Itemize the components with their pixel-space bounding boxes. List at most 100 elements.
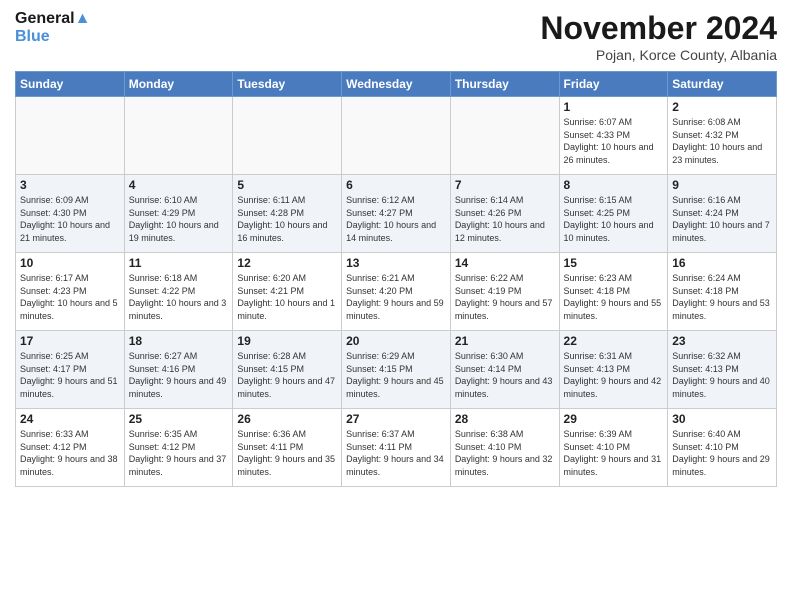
table-row: 11 Sunrise: 6:18 AMSunset: 4:22 PMDayligh… (124, 253, 233, 331)
table-row: 8 Sunrise: 6:15 AMSunset: 4:25 PMDaylight… (559, 175, 668, 253)
day-number: 15 (564, 256, 664, 270)
header-row: Sunday Monday Tuesday Wednesday Thursday… (16, 72, 777, 97)
day-info: Sunrise: 6:14 AMSunset: 4:26 PMDaylight:… (455, 194, 555, 244)
table-row: 26 Sunrise: 6:36 AMSunset: 4:11 PMDayligh… (233, 409, 342, 487)
table-row (233, 97, 342, 175)
table-row: 4 Sunrise: 6:10 AMSunset: 4:29 PMDaylight… (124, 175, 233, 253)
col-friday: Friday (559, 72, 668, 97)
title-block: November 2024 Pojan, Korce County, Alban… (540, 10, 777, 63)
col-wednesday: Wednesday (342, 72, 451, 97)
location: Pojan, Korce County, Albania (540, 47, 777, 63)
day-number: 23 (672, 334, 772, 348)
table-row: 20 Sunrise: 6:29 AMSunset: 4:15 PMDayligh… (342, 331, 451, 409)
day-info: Sunrise: 6:25 AMSunset: 4:17 PMDaylight:… (20, 350, 120, 400)
day-number: 21 (455, 334, 555, 348)
table-row: 15 Sunrise: 6:23 AMSunset: 4:18 PMDayligh… (559, 253, 668, 331)
day-number: 1 (564, 100, 664, 114)
day-info: Sunrise: 6:33 AMSunset: 4:12 PMDaylight:… (20, 428, 120, 478)
day-info: Sunrise: 6:09 AMSunset: 4:30 PMDaylight:… (20, 194, 120, 244)
day-number: 13 (346, 256, 446, 270)
day-number: 24 (20, 412, 120, 426)
day-info: Sunrise: 6:37 AMSunset: 4:11 PMDaylight:… (346, 428, 446, 478)
day-info: Sunrise: 6:10 AMSunset: 4:29 PMDaylight:… (129, 194, 229, 244)
day-number: 4 (129, 178, 229, 192)
table-row: 14 Sunrise: 6:22 AMSunset: 4:19 PMDayligh… (450, 253, 559, 331)
day-info: Sunrise: 6:21 AMSunset: 4:20 PMDaylight:… (346, 272, 446, 322)
day-number: 17 (20, 334, 120, 348)
col-sunday: Sunday (16, 72, 125, 97)
day-info: Sunrise: 6:28 AMSunset: 4:15 PMDaylight:… (237, 350, 337, 400)
table-row: 12 Sunrise: 6:20 AMSunset: 4:21 PMDayligh… (233, 253, 342, 331)
day-number: 27 (346, 412, 446, 426)
day-number: 3 (20, 178, 120, 192)
day-info: Sunrise: 6:35 AMSunset: 4:12 PMDaylight:… (129, 428, 229, 478)
table-row: 7Sunrise: 6:14 AMSunset: 4:26 PMDaylight… (450, 175, 559, 253)
logo-line1: General▲ (15, 10, 90, 28)
header: General▲ Blue November 2024 Pojan, Korce… (15, 10, 777, 63)
table-row: 9 Sunrise: 6:16 AMSunset: 4:24 PMDaylight… (668, 175, 777, 253)
table-row: 10 Sunrise: 6:17 AMSunset: 4:23 PMDayligh… (16, 253, 125, 331)
table-row: 19 Sunrise: 6:28 AMSunset: 4:15 PMDayligh… (233, 331, 342, 409)
day-info: Sunrise: 6:07 AMSunset: 4:33 PMDaylight:… (564, 116, 664, 166)
day-number: 25 (129, 412, 229, 426)
table-row: 1 Sunrise: 6:07 AMSunset: 4:33 PMDaylight… (559, 97, 668, 175)
day-info: Sunrise: 6:39 AMSunset: 4:10 PMDaylight:… (564, 428, 664, 478)
day-info: Sunrise: 6:31 AMSunset: 4:13 PMDaylight:… (564, 350, 664, 400)
table-row: 6 Sunrise: 6:12 AMSunset: 4:27 PMDaylight… (342, 175, 451, 253)
day-info: Sunrise: 6:15 AMSunset: 4:25 PMDaylight:… (564, 194, 664, 244)
table-row: 24 Sunrise: 6:33 AMSunset: 4:12 PMDayligh… (16, 409, 125, 487)
day-info: Sunrise: 6:12 AMSunset: 4:27 PMDaylight:… (346, 194, 446, 244)
day-number: 16 (672, 256, 772, 270)
day-number: 30 (672, 412, 772, 426)
month-title: November 2024 (540, 10, 777, 47)
day-info: Sunrise: 6:17 AMSunset: 4:23 PMDaylight:… (20, 272, 120, 322)
day-number: 11 (129, 256, 229, 270)
day-number: 10 (20, 256, 120, 270)
day-number: 19 (237, 334, 337, 348)
day-info: Sunrise: 6:27 AMSunset: 4:16 PMDaylight:… (129, 350, 229, 400)
day-info: Sunrise: 6:40 AMSunset: 4:10 PMDaylight:… (672, 428, 772, 478)
day-number: 28 (455, 412, 555, 426)
table-row: 13 Sunrise: 6:21 AMSunset: 4:20 PMDayligh… (342, 253, 451, 331)
day-info: Sunrise: 6:32 AMSunset: 4:13 PMDaylight:… (672, 350, 772, 400)
day-number: 29 (564, 412, 664, 426)
table-row: 27 Sunrise: 6:37 AMSunset: 4:11 PMDayligh… (342, 409, 451, 487)
day-number: 5 (237, 178, 337, 192)
table-row (124, 97, 233, 175)
logo: General▲ Blue (15, 10, 90, 45)
day-number: 6 (346, 178, 446, 192)
calendar-table: Sunday Monday Tuesday Wednesday Thursday… (15, 71, 777, 487)
day-info: Sunrise: 6:36 AMSunset: 4:11 PMDaylight:… (237, 428, 337, 478)
day-number: 9 (672, 178, 772, 192)
table-row: 25 Sunrise: 6:35 AMSunset: 4:12 PMDayligh… (124, 409, 233, 487)
day-number: 18 (129, 334, 229, 348)
day-info: Sunrise: 6:29 AMSunset: 4:15 PMDaylight:… (346, 350, 446, 400)
table-row: 5 Sunrise: 6:11 AMSunset: 4:28 PMDaylight… (233, 175, 342, 253)
day-info: Sunrise: 6:38 AMSunset: 4:10 PMDaylight:… (455, 428, 555, 478)
day-number: 14 (455, 256, 555, 270)
day-info: Sunrise: 6:30 AMSunset: 4:14 PMDaylight:… (455, 350, 555, 400)
day-number: 20 (346, 334, 446, 348)
day-info: Sunrise: 6:23 AMSunset: 4:18 PMDaylight:… (564, 272, 664, 322)
table-row: 17 Sunrise: 6:25 AMSunset: 4:17 PMDayligh… (16, 331, 125, 409)
day-info: Sunrise: 6:16 AMSunset: 4:24 PMDaylight:… (672, 194, 772, 244)
table-row: 23 Sunrise: 6:32 AMSunset: 4:13 PMDayligh… (668, 331, 777, 409)
day-info: Sunrise: 6:20 AMSunset: 4:21 PMDaylight:… (237, 272, 337, 322)
day-number: 8 (564, 178, 664, 192)
col-saturday: Saturday (668, 72, 777, 97)
table-row: 28 Sunrise: 6:38 AMSunset: 4:10 PMDayligh… (450, 409, 559, 487)
day-number: 26 (237, 412, 337, 426)
table-row: 3 Sunrise: 6:09 AMSunset: 4:30 PMDaylight… (16, 175, 125, 253)
day-info: Sunrise: 6:22 AMSunset: 4:19 PMDaylight:… (455, 272, 555, 322)
table-row: 18 Sunrise: 6:27 AMSunset: 4:16 PMDayligh… (124, 331, 233, 409)
table-row: 2Sunrise: 6:08 AMSunset: 4:32 PMDaylight… (668, 97, 777, 175)
table-row (16, 97, 125, 175)
table-row: 21 Sunrise: 6:30 AMSunset: 4:14 PMDayligh… (450, 331, 559, 409)
day-info: Sunrise: 6:18 AMSunset: 4:22 PMDaylight:… (129, 272, 229, 322)
day-number: 12 (237, 256, 337, 270)
day-info: Sunrise: 6:11 AMSunset: 4:28 PMDaylight:… (237, 194, 337, 244)
table-row: 22Sunrise: 6:31 AMSunset: 4:13 PMDayligh… (559, 331, 668, 409)
day-number: 2 (672, 100, 772, 114)
col-monday: Monday (124, 72, 233, 97)
table-row: 30 Sunrise: 6:40 AMSunset: 4:10 PMDayligh… (668, 409, 777, 487)
